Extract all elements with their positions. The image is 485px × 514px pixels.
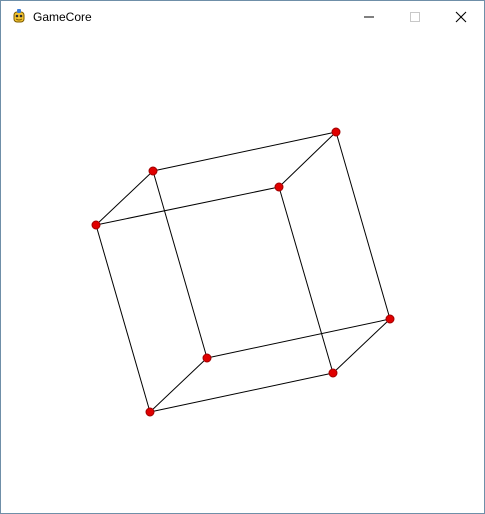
cube-edge [278,131,337,188]
cube-vertex [91,220,101,230]
cube-edge [278,186,334,374]
cube-edge [332,318,391,374]
cube-vertex [331,127,341,137]
cube-vertex [145,407,155,417]
cube-edge [95,170,154,226]
pygame-snake-icon [13,9,25,23]
cube-edge [152,170,208,359]
cube-edges [95,131,391,413]
cube-edge [152,131,337,172]
game-window: GameCore [0,0,485,514]
maximize-icon [410,11,420,22]
close-icon [455,11,467,22]
title-bar[interactable]: GameCore [1,1,484,32]
cube-edge [149,357,208,413]
game-canvas[interactable] [1,32,484,513]
cube-edge [149,372,334,413]
cube-vertex [385,314,395,324]
cube-vertex [148,166,158,176]
minimize-button[interactable] [346,1,392,32]
cube-edge [335,131,391,320]
cube-vertex [328,368,338,378]
cube-edge [95,186,280,226]
minimize-icon [364,16,374,17]
close-button[interactable] [438,1,484,32]
window-title: GameCore [33,10,92,24]
cube-vertices [91,127,395,417]
cube-edge [206,318,391,359]
cube-vertex [274,182,284,192]
cube-edge [95,224,151,413]
cube-vertex [202,353,212,363]
maximize-button[interactable] [392,1,438,32]
